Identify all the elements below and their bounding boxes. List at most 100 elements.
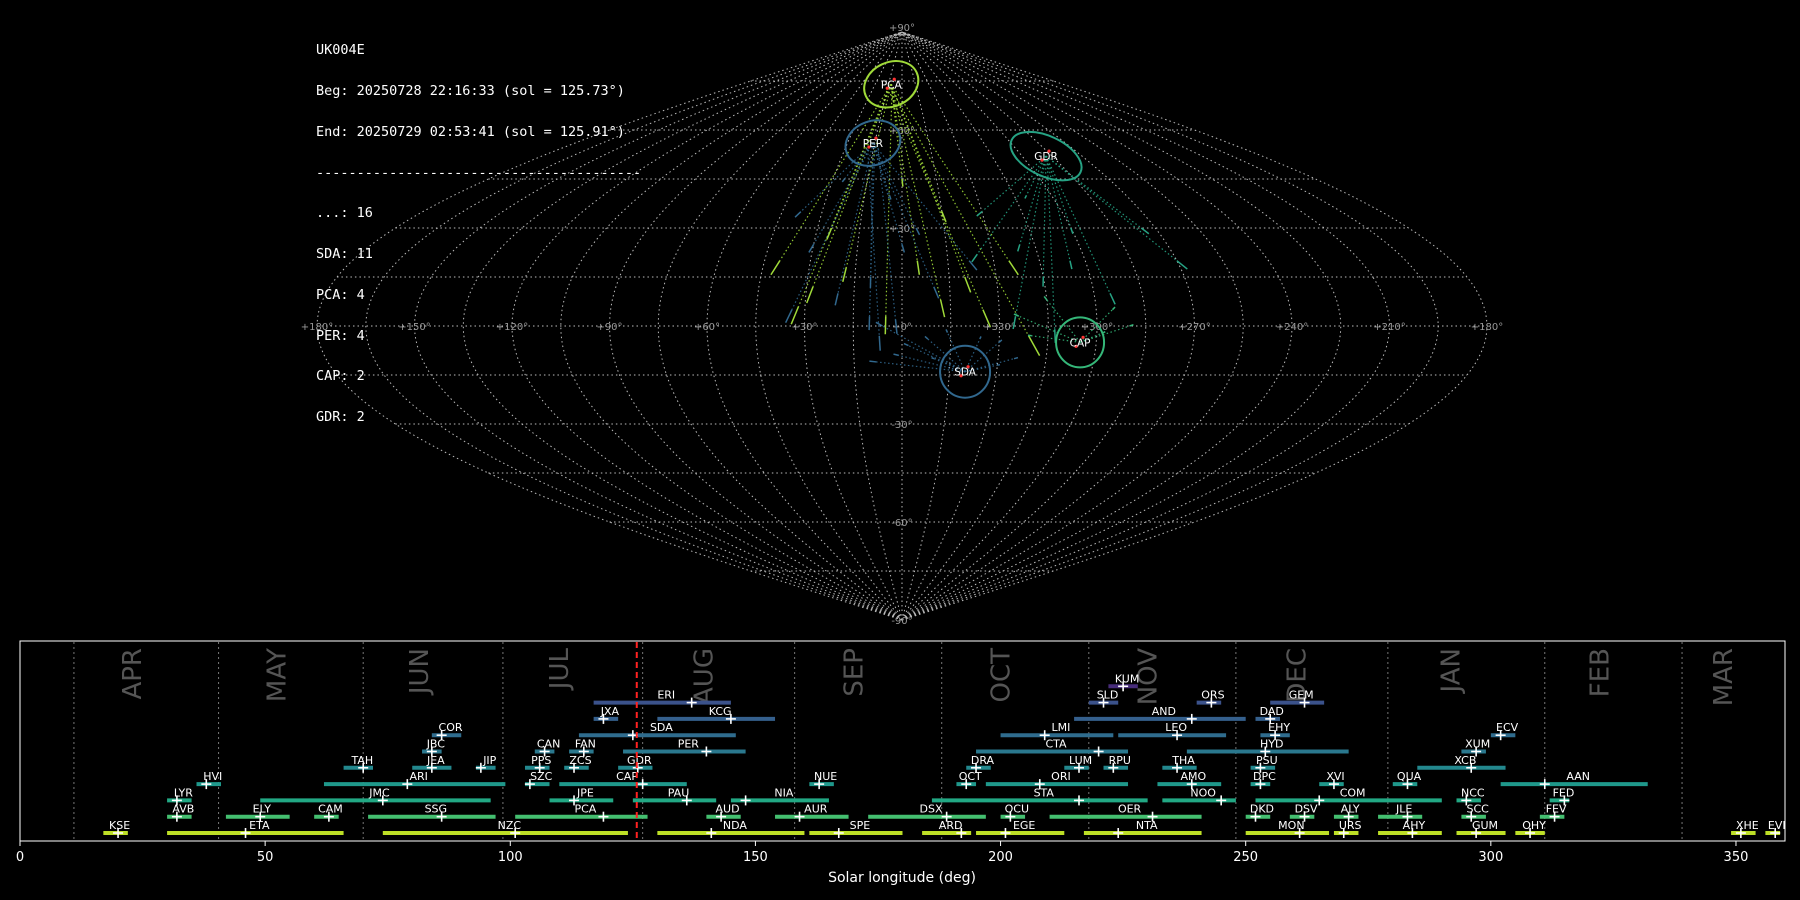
shower-label-cap: CAP [616,770,638,783]
shower-label-aan: AAN [1566,770,1590,783]
meteor-trail [779,83,892,261]
timeline-axis: 0 50 100 150 200 250 300 350 [16,841,1748,865]
meteor-segment [1109,293,1116,305]
shower-label-ehy: EHY [1268,721,1290,734]
meteor-trail [1019,155,1047,245]
shower-label-dra: DRA [971,754,995,767]
meteor-segment [806,286,814,304]
shower-label-pps: PPS [531,754,551,767]
radiant-label-pca: PCA [881,79,903,91]
month-label-oct: OCT [987,648,1017,703]
meteor-segment [888,195,892,200]
shower-label-jle: JLE [1395,803,1412,816]
x-tick-label: 300 [1478,850,1503,865]
shower-label-ari: ARI [409,770,427,783]
shower-label-jip: JIP [482,754,496,767]
shower-label-evi: EVI [1768,819,1786,832]
meteor-trail [1046,299,1081,343]
meteor-segment [901,244,906,253]
shower-label-nta: NTA [1136,819,1158,832]
meteor-trail [1045,155,1178,262]
shower-label-leo: LEO [1165,721,1187,734]
month-label-jan: JAN [1437,648,1467,694]
begin-time: Beg: 20250728 22:16:33 (sol = 125.73°) [316,82,625,99]
meteor-trail [1042,156,1047,278]
shower-label-szc: SZC [530,770,553,783]
sky-y-tick-label: -60° [891,518,912,529]
meteor-trail [831,84,892,229]
shower-label-kcg: KCG [709,705,732,718]
shower-label-kse: KSE [109,819,130,832]
chart-canvas: +180° +150° +120° +90° +60° +30° +0° +330° +300°… [16,23,1786,886]
meteor-segment [1024,194,1028,199]
sky-x-tick-label: +0° [892,322,912,333]
meteor-segment [1008,260,1019,276]
count-gdr: GDR: 2 [316,409,365,426]
shower-label-dsv: DSV [1295,803,1318,816]
shower-label-ori: ORI [1051,770,1071,783]
shower-label-jxa: JXA [600,705,620,718]
meteor-segment [1176,260,1188,270]
meteor-segment [933,286,940,299]
shower-label-ard: ARD [939,819,963,832]
meteor-segment [842,267,848,283]
shower-label-tha: THA [1171,754,1195,767]
x-tick-label: 250 [1233,850,1258,865]
meteor-segment [939,299,946,318]
shower-label-ors: ORS [1201,689,1224,702]
shower-label-ocu: OCU [1005,803,1029,816]
shower-label-eta: ETA [249,819,270,832]
x-tick-label: 150 [743,850,768,865]
meteor-trail [1015,156,1047,317]
session-info-box: UK004E Beg: 20250728 22:16:33 (sol = 125… [316,17,641,438]
shower-label-can: CAN [537,738,560,751]
shower-label-cam: CAM [318,803,343,816]
shower-label-and: AND [1152,705,1176,718]
sky-y-tick-label: +90° [889,23,915,34]
meteor-trail [1046,159,1056,330]
x-tick-label: 50 [257,850,274,865]
shower-label-kum: KUM [1115,672,1139,685]
sky-x-tick-label: +60° [694,322,720,333]
shower-label-cta: CTA [1045,738,1067,751]
meteor-segment [968,260,978,271]
shower-label-ely: ELY [253,803,272,816]
shower-label-psu: PSU [1256,754,1278,767]
meteor-trail [890,84,942,301]
sky-radiants: PCA PER GDR CAP SDA [844,60,1106,399]
meteor-segment [826,227,833,240]
shower-timeline: APR MAY JUN JUL AUG SEP OCT NOV DEC JAN FEB MAR KUM… [16,640,1786,886]
shower-label-gdr: GDR [627,754,652,767]
count-sporadic: ...: 16 [316,205,373,222]
divider: ---------------------------------------- [316,164,642,181]
shower-label-pau: PAU [668,786,690,799]
shower-label-nda: NDA [723,819,748,832]
shower-label-ohy: OHY [1522,819,1546,832]
shower-label-nia: NIA [774,786,793,799]
meteor-trail [890,87,1030,337]
month-label-may: MAY [262,648,292,702]
count-sda: SDA: 11 [316,246,373,263]
meteor-segment [808,243,815,253]
end-time: End: 20250729 02:53:41 (sol = 125.91°) [316,123,625,140]
sky-x-tick-label: +180° [1471,322,1503,333]
meteor-segment [901,178,904,187]
shower-label-cor: COR [439,721,463,734]
shower-label-avb: AVB [172,803,194,816]
x-axis-label: Solar longitude (deg) [828,870,976,886]
shower-label-com: COM [1340,786,1366,799]
meteor-segment [893,353,899,357]
meteor-segment [1027,334,1032,337]
shower-label-ssg: SSG [425,803,448,816]
meteor-segment [924,335,929,340]
sky-x-tick-label: +270° [1178,322,1210,333]
shower-label-dkd: DKD [1250,803,1274,816]
shower-label-mon: MON [1278,819,1304,832]
shower-label-ege: EGE [1013,819,1035,832]
meteor-segment [1069,260,1073,270]
meteor-segment [915,227,921,236]
shower-label-sta: STA [1034,786,1055,799]
meteor-segment [1017,244,1021,252]
shower-label-fev: FEV [1546,803,1567,816]
shower-label-noo: NOO [1190,786,1216,799]
